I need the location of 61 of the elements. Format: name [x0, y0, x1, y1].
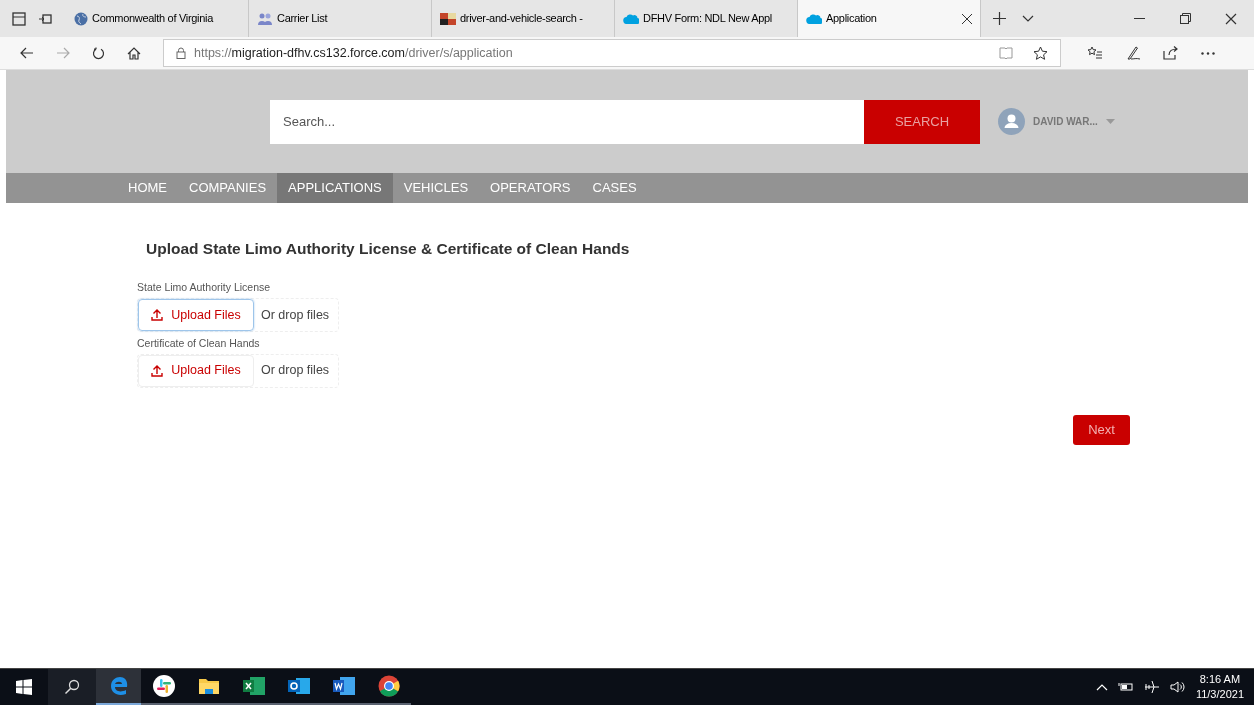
favorites-list-icon[interactable] [1087, 46, 1103, 60]
new-tab-icon[interactable] [993, 12, 1006, 25]
chevron-up-icon[interactable] [1095, 683, 1108, 691]
search-field[interactable]: Search... [270, 99, 864, 144]
file-drop-zone[interactable]: Upload Files Or drop files [137, 353, 339, 388]
url-text: https://migration-dfhv.cs132.force.com/driver/s/application [194, 44, 513, 62]
search-icon[interactable] [64, 679, 80, 695]
drop-files-text: Or drop files [261, 306, 330, 324]
nav-tab[interactable]: COMPANIES [178, 173, 278, 203]
edge-icon [108, 676, 129, 696]
page-title: Upload State Limo Authority License & Certificate of Clean Hands [145, 239, 631, 259]
slack-icon [152, 675, 175, 697]
tab-list-icon[interactable] [12, 11, 26, 26]
file-drop-zone[interactable]: Upload Files Or drop files [137, 298, 339, 332]
airplane-icon[interactable] [1143, 680, 1160, 694]
next-button[interactable]: Next [1073, 414, 1130, 445]
home-icon[interactable] [127, 46, 141, 60]
cloud-icon [623, 13, 639, 24]
field-label: State Limo Authority License [137, 280, 272, 296]
share-icon[interactable] [1163, 46, 1179, 60]
upload-files-button[interactable]: Upload Files [138, 299, 254, 331]
upload-icon [151, 364, 164, 377]
upload-icon [151, 309, 164, 321]
mail-app-icon [287, 676, 310, 696]
cloud-icon [806, 13, 822, 24]
lock-icon [176, 47, 186, 59]
nav-tab[interactable]: APPLICATIONS [277, 173, 393, 203]
flag-icon [440, 12, 456, 25]
spreadsheet-app-icon [242, 676, 265, 696]
pen-icon[interactable] [1125, 45, 1141, 61]
battery-icon[interactable] [1117, 682, 1134, 692]
nav-tab[interactable]: OPERATORS [479, 173, 582, 203]
avatar-icon[interactable] [998, 108, 1025, 135]
restore-icon[interactable] [1179, 13, 1191, 24]
minimize-icon[interactable] [1133, 17, 1145, 20]
clock-time[interactable]: 8:16 AM [1199, 672, 1241, 687]
favorite-star-icon[interactable] [1033, 45, 1048, 61]
reading-view-icon[interactable] [999, 47, 1013, 59]
nav-tab[interactable]: CASES [581, 173, 648, 203]
upload-files-button[interactable]: Upload Files [138, 354, 254, 387]
nav-tab[interactable]: HOME [117, 173, 178, 203]
drop-files-text: Or drop files [261, 362, 330, 380]
more-icon[interactable] [1201, 51, 1215, 55]
refresh-icon[interactable] [92, 46, 105, 60]
close-tab-icon[interactable] [962, 13, 972, 24]
windows-start-icon[interactable] [16, 679, 32, 695]
field-label: Certificate of Clean Hands [137, 336, 261, 351]
nav-tab[interactable]: VEHICLES [392, 173, 480, 203]
set-aside-tabs-icon[interactable] [38, 11, 52, 26]
close-icon[interactable] [1225, 12, 1237, 25]
chevron-down-icon[interactable] [1022, 14, 1034, 23]
people-icon [257, 11, 273, 26]
back-icon[interactable] [20, 47, 34, 59]
clock-date[interactable]: 11/3/2021 [1195, 687, 1244, 702]
browser-tab[interactable]: Application [798, 0, 981, 37]
speaker-icon[interactable] [1169, 681, 1186, 693]
document-app-icon [332, 676, 355, 696]
address-bar[interactable]: https://migration-dfhv.cs132.force.com/driver/s/application [163, 39, 1061, 67]
globe-icon [74, 11, 88, 26]
folder-icon [198, 677, 219, 695]
chrome-icon [377, 675, 400, 697]
